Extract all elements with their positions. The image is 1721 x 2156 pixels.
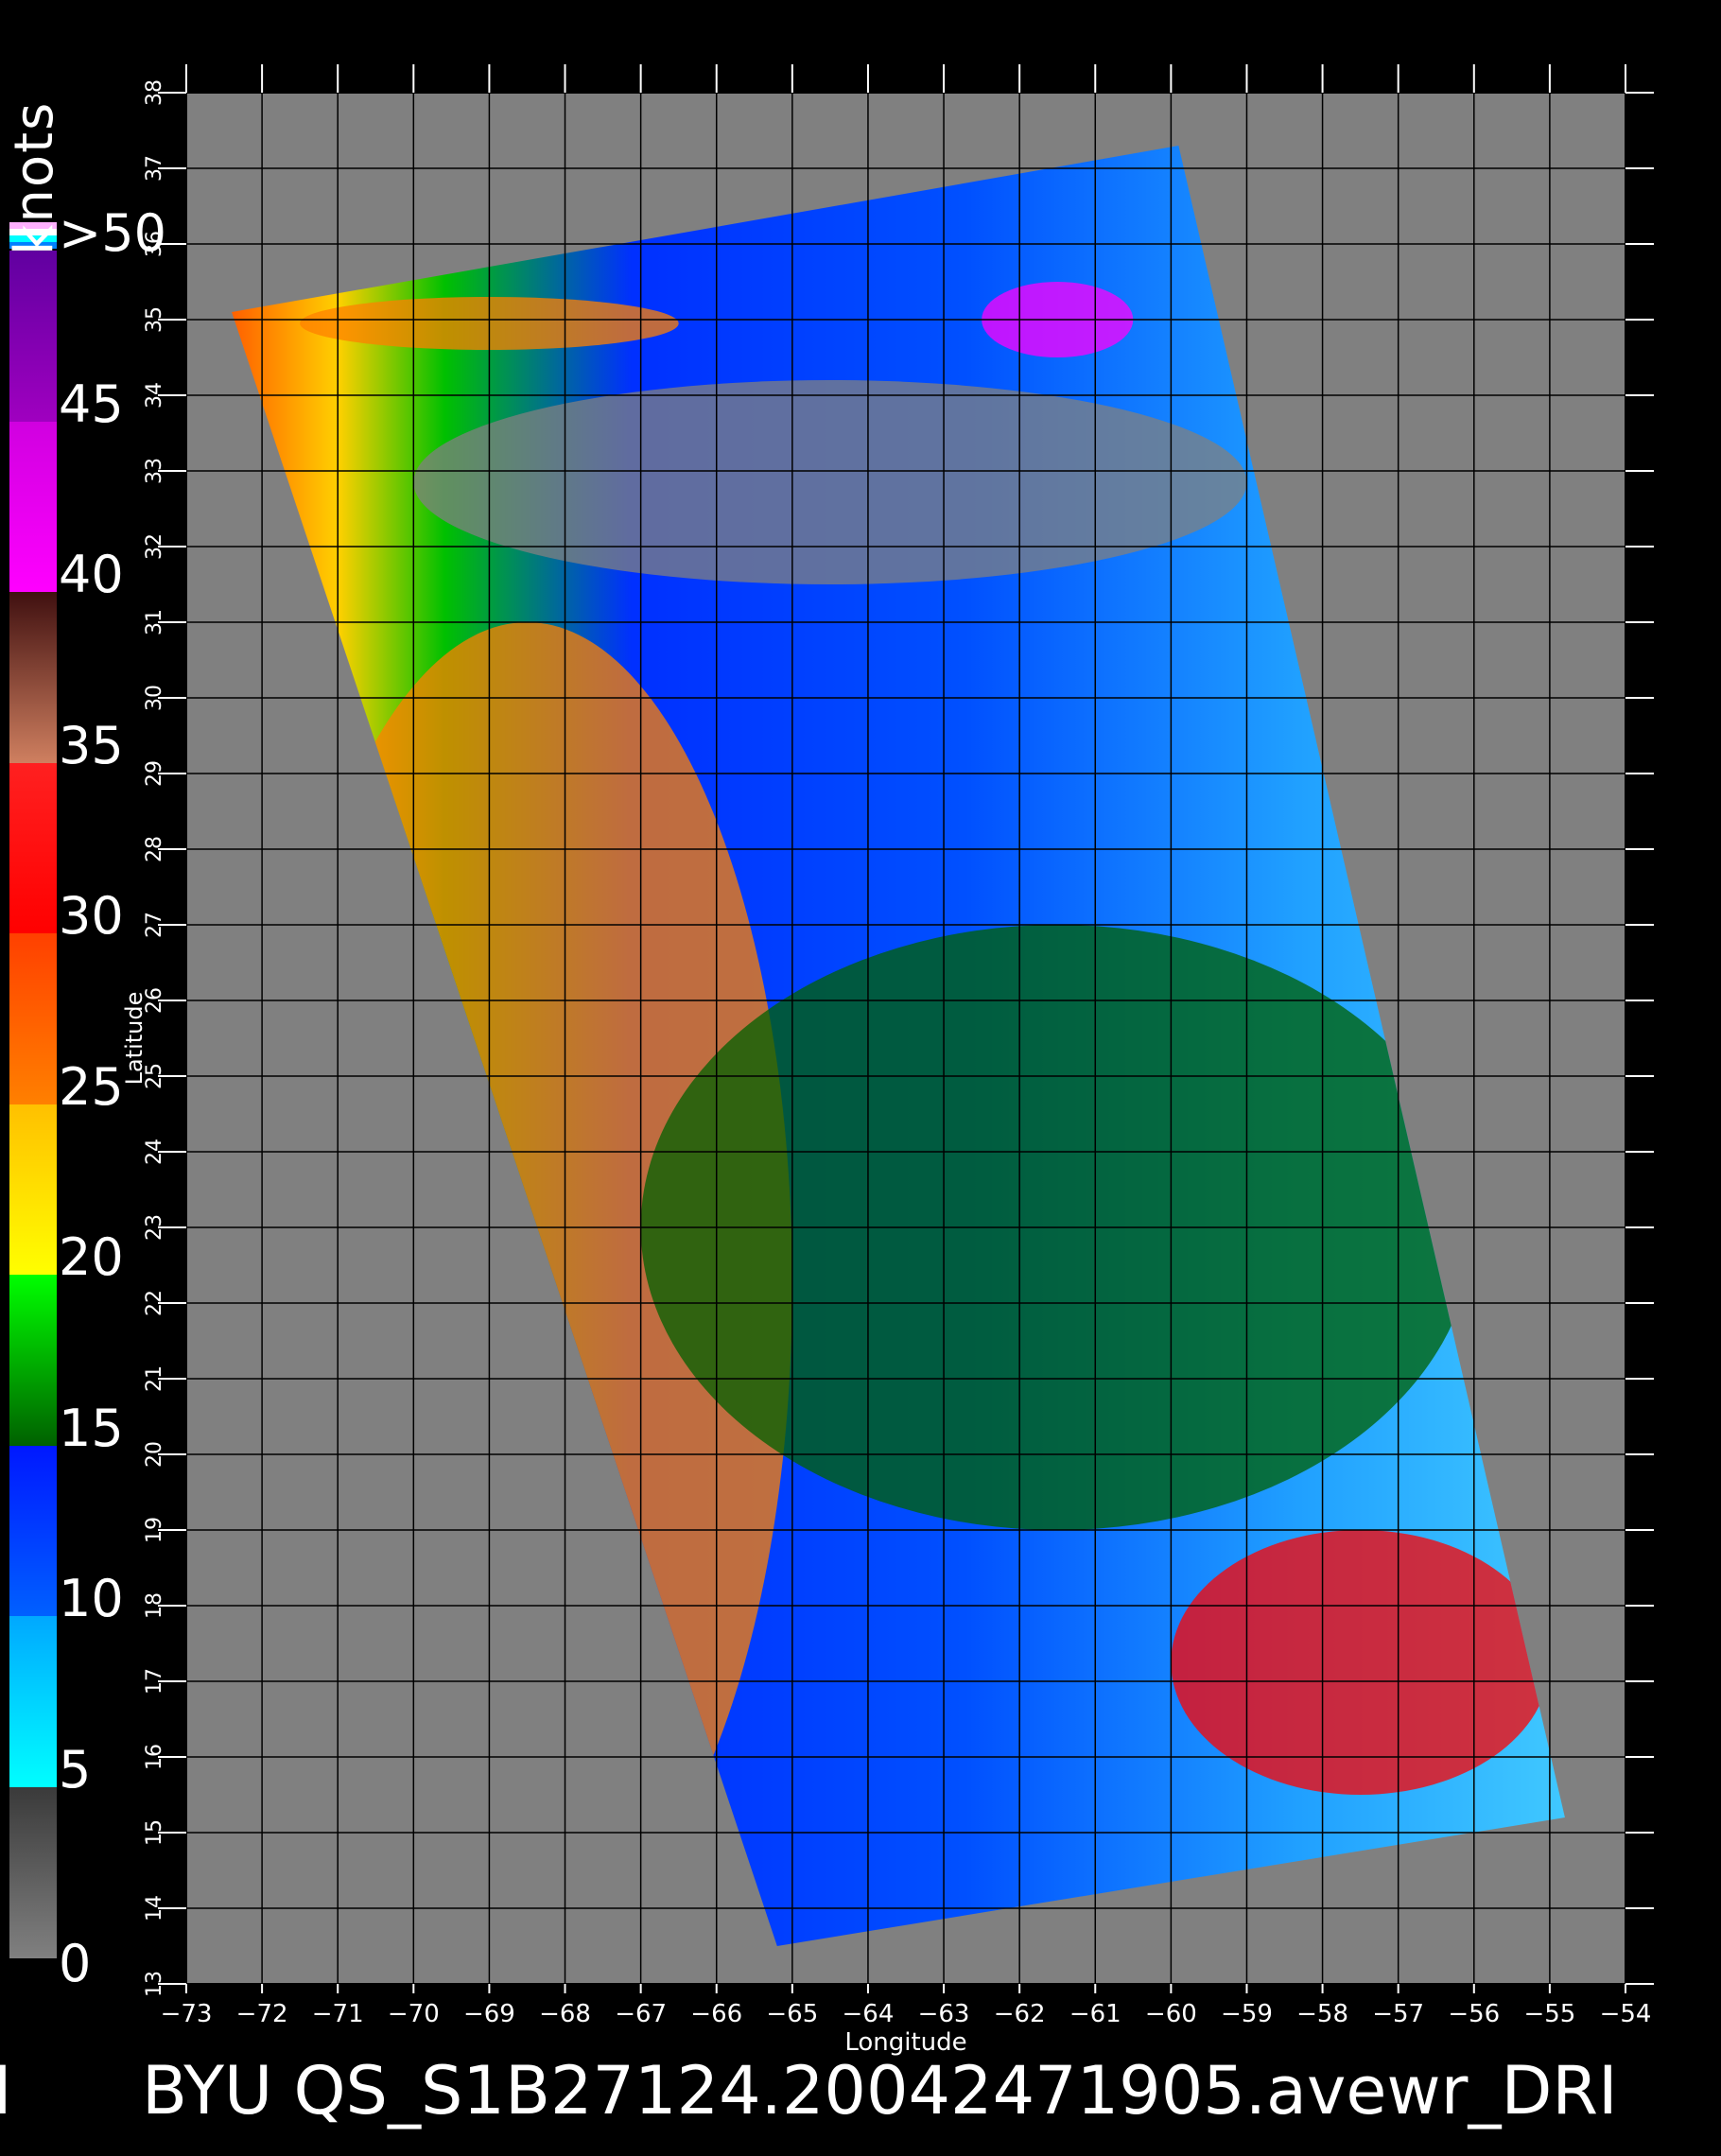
colorbar-band — [9, 1445, 57, 1617]
colorbar-band — [9, 933, 57, 1105]
colorbar-band — [9, 421, 57, 593]
colorbar-label: 45 — [59, 374, 124, 434]
y-tick-label: 32 — [143, 533, 166, 560]
x-tick-label: −56 — [1448, 2000, 1500, 2028]
wind-speed-map: −73 −72 −71 −70 −69 −68 −67 −66 −65 −64 −63 −62 −61−… — [121, 64, 1654, 2057]
footer-prefix: I — [0, 2052, 12, 2130]
x-tick-label: −54 — [1600, 2000, 1652, 2028]
x-tick-label: −73 — [161, 2000, 213, 2028]
y-tick-label: 33 — [143, 458, 166, 484]
colorbar — [9, 222, 57, 1958]
y-tick-label: 15 — [143, 1819, 166, 1846]
y-tick-label: 37 — [143, 155, 166, 182]
x-tick-label: −58 — [1296, 2000, 1348, 2028]
x-tick-label: −71 — [312, 2000, 364, 2028]
wind-region-southern-convection — [1171, 1530, 1550, 1795]
y-tick-label: 13 — [143, 1971, 166, 1997]
y-tick-label: 22 — [143, 1290, 166, 1316]
colorbar-band — [9, 1616, 57, 1788]
x-tick-label: −67 — [615, 2000, 667, 2028]
colorbar-label: 35 — [59, 715, 124, 775]
chart-title: BYU QS_S1B27124.20042471905.avewr_DRI — [142, 2052, 1618, 2130]
y-tick-label: 29 — [143, 760, 166, 787]
colorbar-unit: knots — [4, 100, 65, 255]
y-tick-label: 30 — [143, 685, 166, 711]
colorbar-label: 5 — [59, 1739, 92, 1800]
x-tick-label: −64 — [843, 2000, 895, 2028]
colorbar-label: >50 — [59, 203, 166, 263]
y-tick-label: 23 — [143, 1214, 166, 1241]
y-tick-label: 24 — [143, 1139, 166, 1165]
y-tick-label: 21 — [143, 1365, 166, 1392]
colorbar-band — [9, 1104, 57, 1276]
x-tick-label: −55 — [1523, 2000, 1575, 2028]
colorbar-label: 10 — [59, 1569, 124, 1628]
x-tick-label: −65 — [766, 2000, 818, 2028]
y-tick-label: 14 — [143, 1895, 166, 1921]
x-tick-label: −68 — [539, 2000, 591, 2028]
colorbar-label: 15 — [59, 1398, 124, 1458]
colorbar-label: 0 — [59, 1934, 92, 1993]
y-tick-label: 17 — [143, 1668, 166, 1695]
x-tick-label: −63 — [918, 2000, 970, 2028]
y-tick-label: 35 — [143, 306, 166, 333]
colorbar-band — [9, 762, 57, 934]
y-tick-label: 19 — [143, 1517, 166, 1543]
y-tick-label: 20 — [143, 1441, 166, 1468]
colorbar-label: 30 — [59, 886, 124, 946]
x-tick-label: −66 — [690, 2000, 742, 2028]
colorbar-label: 40 — [59, 545, 124, 604]
wind-region-calm-zone — [413, 380, 1247, 584]
y-tick-label: 27 — [143, 912, 166, 938]
y-tick-label: 16 — [143, 1744, 166, 1770]
x-tick-label: −59 — [1221, 2000, 1273, 2028]
y-axis-label: Latitude — [121, 992, 148, 1086]
colorbar-band — [9, 1786, 57, 1958]
x-tick-label: −72 — [236, 2000, 288, 2028]
colorbar-label: 20 — [59, 1227, 124, 1287]
colorbar-band — [9, 251, 57, 423]
y-tick-label: 31 — [143, 609, 166, 635]
y-tick-label: 18 — [143, 1592, 166, 1619]
y-tick-label: 28 — [143, 836, 166, 862]
x-tick-label: −69 — [463, 2000, 515, 2028]
x-tick-label: −57 — [1372, 2000, 1424, 2028]
y-tick-label: 34 — [143, 382, 166, 409]
y-tick-label: 38 — [143, 79, 166, 106]
x-tick-label: −60 — [1145, 2000, 1197, 2028]
colorbar-band — [9, 592, 57, 764]
x-tick-label: −62 — [994, 2000, 1046, 2028]
colorbar-label: 25 — [59, 1056, 124, 1117]
colorbar-band — [9, 1275, 57, 1447]
x-tick-label: −61 — [1069, 2000, 1121, 2028]
x-tick-label: −70 — [388, 2000, 440, 2028]
